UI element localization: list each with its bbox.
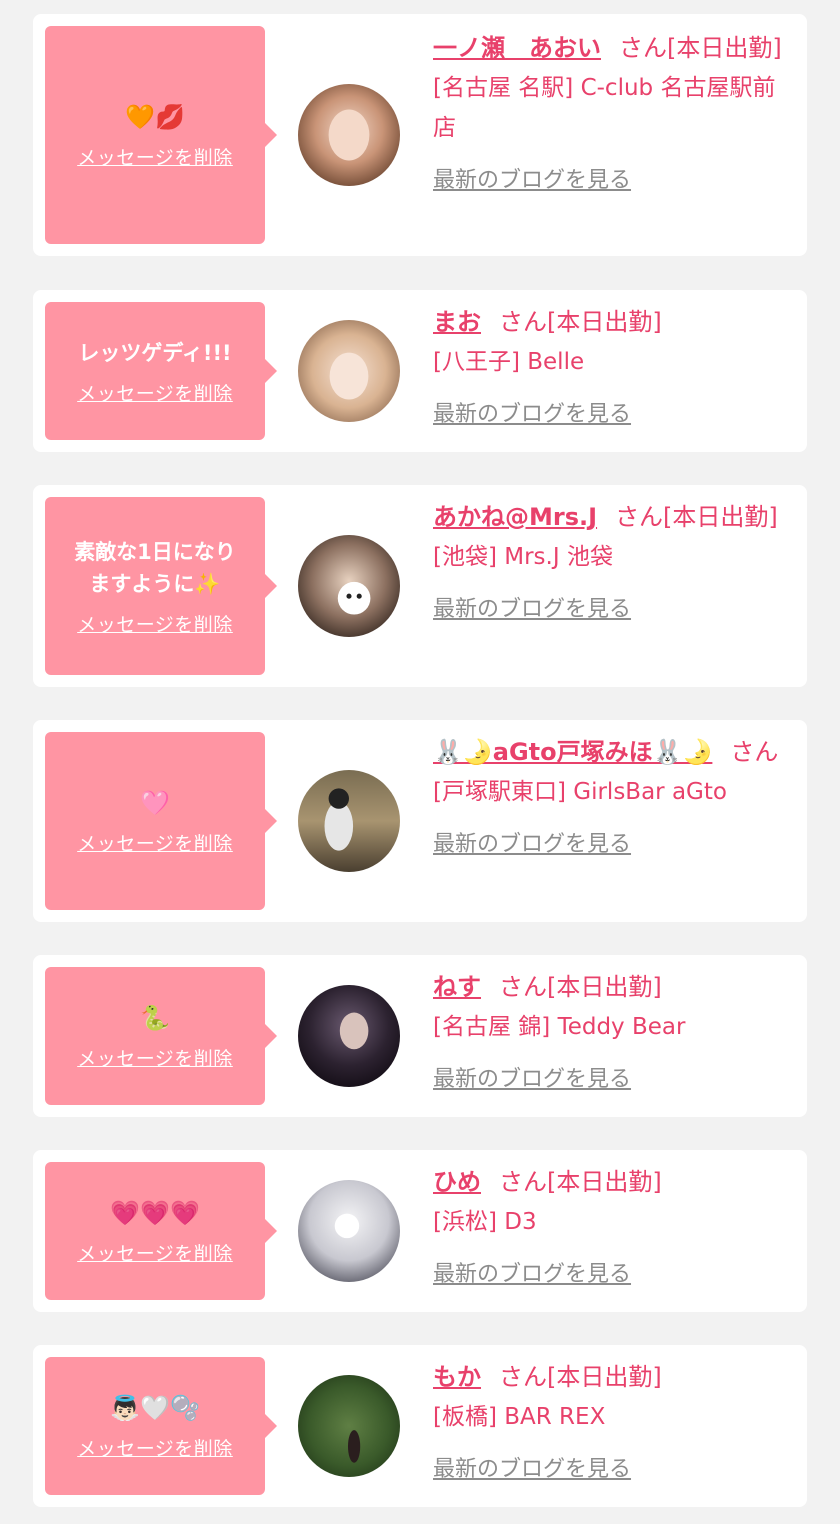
message-bubble: 💗💗💗 メッセージを削除 <box>45 1162 277 1300</box>
girl-name-link[interactable]: もか <box>433 1363 481 1391</box>
girl-name-link[interactable]: ひめ <box>433 1168 481 1196</box>
shop-name: [板橋] BAR REX <box>433 1404 606 1430</box>
girl-name-link[interactable]: 🐰🌛aGto戸塚みほ🐰🌛 <box>433 738 712 766</box>
girl-name-link[interactable]: あかね@Mrs.J <box>433 503 597 531</box>
delete-message-link[interactable]: メッセージを削除 <box>77 1239 233 1266</box>
message-text: 👼🏻🤍🫧 <box>110 1393 200 1422</box>
latest-blog-link[interactable]: 最新のブログを見る <box>433 1061 631 1093</box>
delete-message-link[interactable]: メッセージを削除 <box>77 143 233 170</box>
girl-info: あかね@Mrs.J さん[本日出勤] [池袋] Mrs.J 池袋 最新のブログを見… <box>433 497 783 623</box>
latest-blog-link[interactable]: 最新のブログを見る <box>433 826 631 858</box>
avatar[interactable] <box>298 535 400 637</box>
girl-name-link[interactable]: まお <box>433 308 481 336</box>
name-line: ひめ さん[本日出勤] <box>433 1162 783 1202</box>
attendance-status: さん <box>730 738 779 766</box>
message-card: 🧡💋 メッセージを削除 一ノ瀬 あおい さん[本日出勤] [名古屋 名駅] C-c… <box>33 14 807 256</box>
girl-name-link[interactable]: ねす <box>433 973 481 1001</box>
attendance-status: さん[本日出勤] <box>499 1363 662 1391</box>
message-text: 🩷 <box>140 788 170 817</box>
girl-info: ひめ さん[本日出勤] [浜松] D3 最新のブログを見る <box>433 1162 783 1288</box>
attendance-status: さん[本日出勤] <box>499 973 662 1001</box>
girl-info: 一ノ瀬 あおい さん[本日出勤] [名古屋 名駅] C-club 名古屋駅前店 最… <box>433 28 783 194</box>
latest-blog-link[interactable]: 最新のブログを見る <box>433 1451 631 1483</box>
message-text: 💗💗💗 <box>110 1198 200 1227</box>
message-card: レッツゲディ!!! メッセージを削除 まお さん[本日出勤] [八王子] Bell… <box>33 290 807 452</box>
attendance-status: さん[本日出勤] <box>619 34 782 62</box>
avatar[interactable] <box>298 320 400 422</box>
message-bubble: 🧡💋 メッセージを削除 <box>45 26 277 244</box>
girl-info: ねす さん[本日出勤] [名古屋 錦] Teddy Bear 最新のブログを見る <box>433 967 783 1093</box>
shop-name: [池袋] Mrs.J 池袋 <box>433 544 613 570</box>
name-line: もか さん[本日出勤] <box>433 1357 783 1397</box>
girl-info: まお さん[本日出勤] [八王子] Belle 最新のブログを見る <box>433 302 783 428</box>
avatar[interactable] <box>298 1180 400 1282</box>
delete-message-link[interactable]: メッセージを削除 <box>77 379 233 406</box>
delete-message-link[interactable]: メッセージを削除 <box>77 829 233 856</box>
delete-message-link[interactable]: メッセージを削除 <box>77 1044 233 1071</box>
avatar[interactable] <box>298 985 400 1087</box>
name-line: あかね@Mrs.J さん[本日出勤] <box>433 497 783 537</box>
latest-blog-link[interactable]: 最新のブログを見る <box>433 1256 631 1288</box>
name-line: まお さん[本日出勤] <box>433 302 783 342</box>
message-bubble: レッツゲディ!!! メッセージを削除 <box>45 302 277 440</box>
avatar[interactable] <box>298 1375 400 1477</box>
message-text: 🧡💋 <box>125 102 185 131</box>
message-card: 🩷 メッセージを削除 🐰🌛aGto戸塚みほ🐰🌛 さん [戸塚駅東口] GirlsB… <box>33 720 807 922</box>
shop-name: [八王子] Belle <box>433 349 585 375</box>
message-bubble: 👼🏻🤍🫧 メッセージを削除 <box>45 1357 277 1495</box>
shop-name: [浜松] D3 <box>433 1209 537 1235</box>
avatar[interactable] <box>298 770 400 872</box>
latest-blog-link[interactable]: 最新のブログを見る <box>433 591 631 623</box>
name-line: ねす さん[本日出勤] <box>433 967 783 1007</box>
message-card: 素敵な1日になりますように✨ メッセージを削除 あかね@Mrs.J さん[本日出勤… <box>33 485 807 687</box>
delete-message-link[interactable]: メッセージを削除 <box>77 610 233 637</box>
message-card: 👼🏻🤍🫧 メッセージを削除 もか さん[本日出勤] [板橋] BAR REX 最新… <box>33 1345 807 1507</box>
name-line: 🐰🌛aGto戸塚みほ🐰🌛 さん <box>433 732 783 772</box>
girl-name-link[interactable]: 一ノ瀬 あおい <box>433 34 601 62</box>
girl-info: 🐰🌛aGto戸塚みほ🐰🌛 さん [戸塚駅東口] GirlsBar aGto 最新の… <box>433 732 783 858</box>
message-bubble: 素敵な1日になりますように✨ メッセージを削除 <box>45 497 277 675</box>
shop-name: [戸塚駅東口] GirlsBar aGto <box>433 779 727 805</box>
name-line: 一ノ瀬 あおい さん[本日出勤] <box>433 28 783 68</box>
shop-name: [名古屋 錦] Teddy Bear <box>433 1014 686 1040</box>
message-text: 🐍 <box>140 1003 170 1032</box>
message-bubble: 🐍 メッセージを削除 <box>45 967 277 1105</box>
attendance-status: さん[本日出勤] <box>499 1168 662 1196</box>
attendance-status: さん[本日出勤] <box>615 503 778 531</box>
girl-info: もか さん[本日出勤] [板橋] BAR REX 最新のブログを見る <box>433 1357 783 1483</box>
attendance-status: さん[本日出勤] <box>499 308 662 336</box>
latest-blog-link[interactable]: 最新のブログを見る <box>433 162 631 194</box>
message-card: 🐍 メッセージを削除 ねす さん[本日出勤] [名古屋 錦] Teddy Bear… <box>33 955 807 1117</box>
message-text: レッツゲディ!!! <box>78 340 232 365</box>
delete-message-link[interactable]: メッセージを削除 <box>77 1434 233 1461</box>
avatar[interactable] <box>298 84 400 186</box>
message-card: 💗💗💗 メッセージを削除 ひめ さん[本日出勤] [浜松] D3 最新のブログを見… <box>33 1150 807 1312</box>
shop-name: [名古屋 名駅] C-club 名古屋駅前店 <box>433 75 776 141</box>
latest-blog-link[interactable]: 最新のブログを見る <box>433 396 631 428</box>
message-bubble: 🩷 メッセージを削除 <box>45 732 277 910</box>
message-text: 素敵な1日になりますように✨ <box>74 539 236 596</box>
